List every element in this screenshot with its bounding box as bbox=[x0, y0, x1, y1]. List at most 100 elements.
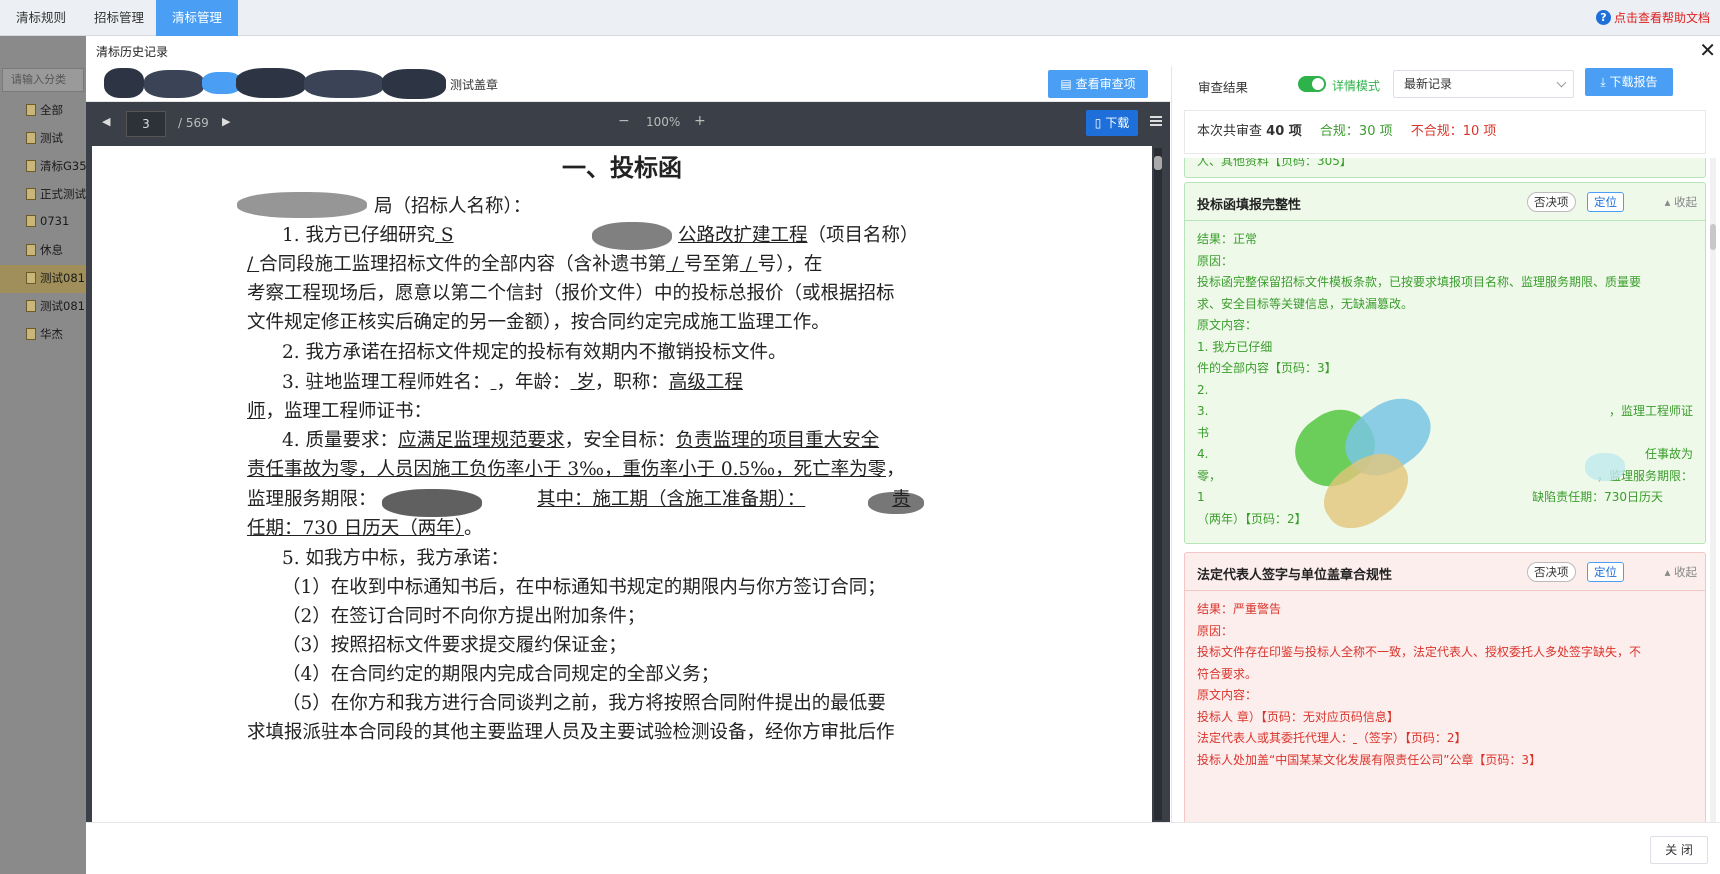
next-page-icon[interactable]: ▶ bbox=[222, 115, 230, 128]
summary-prefix: 本次共审查 bbox=[1197, 124, 1263, 139]
sidebar-item[interactable]: 全部 bbox=[26, 102, 63, 118]
document-viewer: 测试盖章 ▤ 查看审查项 ◀ 3 / 569 ▶ − 100% + ▯ 下载 一… bbox=[86, 66, 1170, 822]
download-report-button[interactable]: ⤓ 下载报告 bbox=[1585, 68, 1673, 96]
redaction-scribble bbox=[104, 68, 144, 98]
doc-line: 2. 我方承诺在招标文件规定的投标有效期内不撤销投标文件。 bbox=[282, 342, 787, 363]
view-review-items-label: 查看审查项 bbox=[1075, 77, 1136, 91]
sidebar-item-label: 全部 bbox=[40, 103, 63, 117]
sidebar-item[interactable]: 测试081 bbox=[26, 270, 85, 286]
doc-heading: 一、投标函 bbox=[562, 153, 682, 182]
sidebar-item[interactable]: 正式测试 bbox=[26, 186, 86, 202]
doc-line: 4. 质量要求：应满足监理规范要求，安全目标：负责监理的项目重大安全 bbox=[282, 430, 880, 451]
doc-line: 文件规定修正核实后确定的另一金额），按合同约定完成施工监理工作。 bbox=[247, 312, 830, 333]
scrollbar-thumb[interactable] bbox=[1710, 224, 1716, 250]
card-line: 结果：正常 bbox=[1197, 232, 1258, 246]
doc-line: 考察工程现场后，愿意以第二个信封（报价文件）中的投标总报价（或根据招标 bbox=[247, 283, 895, 304]
card-line: 投标人 章）【页码：无对应页码信息】 bbox=[1197, 709, 1399, 724]
card-line: 符合要求。 bbox=[1197, 666, 1258, 681]
tab-clearing-rules[interactable]: 清标规则 bbox=[0, 0, 82, 36]
file-icon bbox=[26, 104, 36, 116]
prev-page-icon[interactable]: ◀ bbox=[102, 115, 110, 128]
sidebar-item[interactable]: 华杰 bbox=[26, 326, 63, 342]
sidebar-item[interactable]: 测试081 bbox=[26, 298, 85, 314]
zoom-out-button[interactable]: − bbox=[618, 113, 630, 129]
collapse-button[interactable]: ▴ 收起 bbox=[1665, 194, 1697, 210]
card-line: 原因： bbox=[1197, 253, 1234, 268]
doc-line: （1）在收到中标通知书后，在中标通知书规定的期限内与你方签订合同； bbox=[282, 577, 886, 598]
redaction-scribble bbox=[236, 68, 306, 98]
file-icon bbox=[26, 188, 36, 200]
close-icon[interactable]: ✕ bbox=[1699, 38, 1716, 62]
doc-line: 5. 如我方中标，我方承诺： bbox=[282, 548, 510, 569]
card-title: 投标函填报完整性 bbox=[1197, 198, 1302, 213]
doc-line: 其中：施工期（含施工准备期）： bbox=[537, 489, 806, 510]
chevron-up-icon: ▴ bbox=[1664, 565, 1674, 579]
download-button[interactable]: ▯ 下载 bbox=[1086, 110, 1138, 136]
record-filter-value: 最新记录 bbox=[1404, 77, 1453, 91]
card-header: 法定代表人签字与单位盖章合规性 否决项 定位 ▴ 收起 bbox=[1185, 553, 1705, 591]
doc-line: 公路改扩建工程（项目名称） bbox=[678, 225, 919, 246]
category-search-input[interactable]: 请输入分类 bbox=[2, 68, 84, 92]
locate-button[interactable]: 定位 bbox=[1587, 562, 1624, 582]
file-icon bbox=[26, 328, 36, 340]
tab-clearing-management[interactable]: 清标管理 bbox=[156, 0, 239, 36]
doc-line: 3. 驻地监理工程师姓名： ，年龄： 岁，职称：高级工程 bbox=[282, 372, 743, 393]
sidebar-item[interactable]: 清标G35 bbox=[26, 158, 87, 174]
doc-line: 监理服务期限： bbox=[247, 489, 377, 510]
locate-button[interactable]: 定位 bbox=[1587, 192, 1624, 212]
sidebar-item-label: 测试081 bbox=[40, 299, 85, 313]
sidebar-item-label: 测试081 bbox=[40, 271, 85, 285]
sidebar-item-label: 测试 bbox=[40, 131, 63, 145]
page-number-input[interactable]: 3 bbox=[126, 111, 166, 137]
review-card-signature-seal: 法定代表人签字与单位盖章合规性 否决项 定位 ▴ 收起 结果：严重警告 原因： … bbox=[1184, 552, 1706, 822]
collapse-button[interactable]: ▴ 收起 bbox=[1665, 564, 1697, 580]
review-card: 人、其他资料【页码：305】 bbox=[1184, 158, 1706, 178]
file-icon bbox=[26, 272, 36, 284]
doc-line: 任期：730 日历天（两年）。 bbox=[247, 518, 483, 539]
card-line: 书 bbox=[1197, 425, 1210, 440]
top-nav: 清标规则 招标管理 清标管理 ? 点击查看帮助文档 bbox=[0, 0, 1720, 36]
doc-line: 局（招标人名称）： bbox=[374, 196, 532, 217]
download-icon: ⤓ bbox=[1600, 75, 1610, 89]
summary-total: 40 项 bbox=[1266, 124, 1302, 139]
page-total: / 569 bbox=[178, 116, 209, 130]
view-review-items-button[interactable]: ▤ 查看审查项 bbox=[1048, 70, 1148, 98]
close-button[interactable]: 关 闭 bbox=[1650, 836, 1708, 864]
chevron-down-icon bbox=[1556, 77, 1567, 88]
doc-line: 1. 我方已仔细研究 S bbox=[282, 225, 454, 246]
doc-line: （5）在你方和我方进行合同谈判之前，我方将按照合同附件提出的最低要 bbox=[282, 693, 886, 714]
card-line: 投标函完整保留招标文件模板条款，已按要求填报项目名称、监理服务期限、质量要 bbox=[1197, 275, 1642, 289]
tab-tender-management[interactable]: 招标管理 bbox=[78, 0, 160, 36]
help-link[interactable]: ? 点击查看帮助文档 bbox=[1595, 9, 1710, 26]
doc-line: （4）在合同约定的期限内完成合同规定的全部义务； bbox=[282, 664, 720, 685]
sidebar-item[interactable]: 休息 bbox=[26, 242, 63, 258]
card-line: 求、安全目标等关键信息，无缺漏篡改。 bbox=[1197, 296, 1414, 311]
sidebar-item[interactable]: 测试 bbox=[26, 130, 63, 146]
dialog-footer: 关 闭 bbox=[86, 822, 1720, 874]
card-body: 结果：严重警告 原因： 投标文件存在印鉴与投标人全称不一致，法定代表人、授权委托… bbox=[1185, 591, 1705, 779]
viewer-header: 测试盖章 ▤ 查看审查项 bbox=[86, 66, 1170, 102]
tab-stamp-test[interactable]: 测试盖章 bbox=[450, 76, 498, 93]
card-line: 3. ，监理工程师证 bbox=[1197, 404, 1693, 418]
card-line: 法定代表人或其委托代理人： （签字）【页码：2】 bbox=[1197, 731, 1467, 745]
card-line: 原文内容： bbox=[1197, 688, 1258, 702]
sidebar-item[interactable]: 0731 bbox=[26, 214, 69, 228]
zoom-in-button[interactable]: + bbox=[694, 113, 706, 129]
card-line: 原因： bbox=[1197, 623, 1234, 638]
record-filter-select[interactable]: 最新记录 bbox=[1393, 70, 1574, 98]
doc-line: 师，监理工程师证书： bbox=[247, 401, 433, 422]
scrollbar-thumb[interactable] bbox=[1154, 156, 1162, 170]
menu-icon[interactable] bbox=[1150, 116, 1162, 126]
viewer-scrollbar[interactable] bbox=[1154, 148, 1162, 820]
card-line: 投标人处加盖“中国某某文化发展有限责任公司”公章【页码：3】 bbox=[1197, 752, 1542, 767]
review-header: 审查结果 详情模式 最新记录 ⤓ 下载报告 bbox=[1172, 66, 1720, 102]
file-icon bbox=[26, 244, 36, 256]
redaction-scribble bbox=[382, 69, 446, 99]
detail-mode-toggle[interactable] bbox=[1298, 76, 1326, 92]
review-scrollbar[interactable] bbox=[1710, 158, 1716, 822]
pdf-toolbar: ◀ 3 / 569 ▶ − 100% + ▯ 下载 bbox=[86, 102, 1170, 146]
review-card-list: 人、其他资料【页码：305】 投标函填报完整性 否决项 定位 ▴ 收起 结果：正… bbox=[1184, 158, 1706, 822]
redaction-scribble bbox=[304, 70, 384, 98]
chevron-up-icon: ▴ bbox=[1664, 195, 1674, 209]
veto-item-tag: 否决项 bbox=[1527, 562, 1576, 582]
